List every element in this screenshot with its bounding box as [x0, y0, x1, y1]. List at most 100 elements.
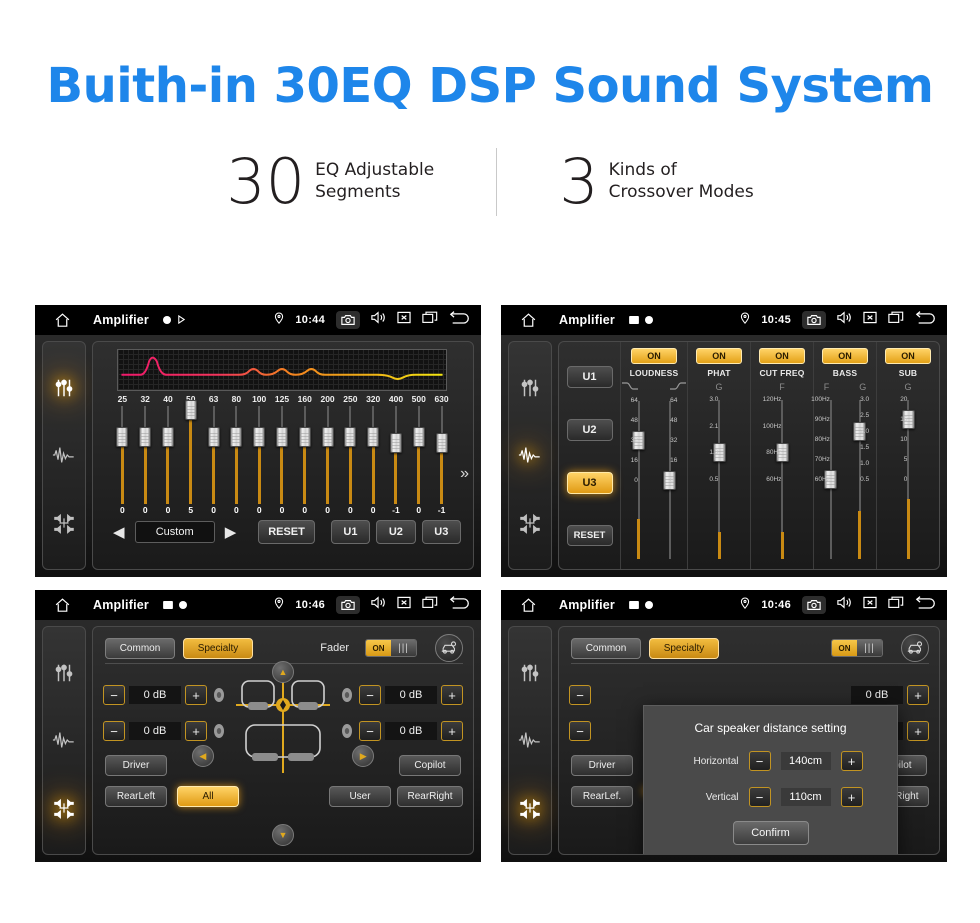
- increment-button[interactable]: +: [441, 685, 463, 705]
- seat-button-user[interactable]: User: [329, 786, 391, 807]
- tab-specialty[interactable]: Specialty: [183, 637, 253, 659]
- on-toggle-button[interactable]: ON: [822, 348, 868, 364]
- eq-slider-knob[interactable]: [367, 427, 380, 447]
- preset-prev-button[interactable]: ◀: [109, 525, 129, 540]
- recent-apps-icon[interactable]: [422, 311, 438, 329]
- camera-icon[interactable]: [802, 596, 826, 614]
- eq-slider-knob[interactable]: [389, 433, 402, 453]
- equalizer-icon[interactable]: [49, 658, 79, 688]
- eq-band-slider[interactable]: [225, 406, 248, 504]
- crossover-slider[interactable]: 120Hz 100Hz 80Hz 60Hz: [763, 394, 797, 565]
- eq-band-slider[interactable]: [430, 406, 453, 504]
- recent-apps-icon[interactable]: [888, 596, 904, 614]
- eq-slider-knob[interactable]: [344, 427, 357, 447]
- tab-specialty[interactable]: Specialty: [649, 637, 719, 659]
- eq-slider-knob[interactable]: [321, 427, 334, 447]
- decrement-button[interactable]: −: [359, 721, 381, 741]
- balance-icon[interactable]: [515, 793, 545, 823]
- eq-band-slider[interactable]: [362, 406, 385, 504]
- equalizer-icon[interactable]: [49, 373, 79, 403]
- home-icon[interactable]: [511, 597, 545, 614]
- on-toggle-button[interactable]: ON: [696, 348, 742, 364]
- close-box-icon[interactable]: [397, 311, 411, 329]
- close-box-icon[interactable]: [863, 596, 877, 614]
- balance-icon[interactable]: [49, 508, 79, 538]
- volume-icon[interactable]: [837, 596, 852, 614]
- tab-common[interactable]: Common: [105, 637, 175, 659]
- crossover-slider[interactable]: 100Hz 90Hz 80Hz 70Hz 60Hz: [811, 394, 845, 565]
- balance-icon[interactable]: [49, 793, 79, 823]
- waveform-icon[interactable]: [515, 725, 545, 755]
- equalizer-icon[interactable]: [515, 658, 545, 688]
- preset-u2-button[interactable]: U2: [566, 418, 613, 441]
- confirm-button[interactable]: Confirm: [732, 821, 809, 845]
- fader-toggle[interactable]: ON |||: [365, 639, 417, 657]
- eq-slider-knob[interactable]: [298, 427, 311, 447]
- increment-button[interactable]: +: [185, 721, 207, 741]
- back-icon[interactable]: [449, 595, 471, 615]
- eq-band-slider[interactable]: [157, 406, 180, 504]
- waveform-icon[interactable]: [49, 725, 79, 755]
- camera-icon[interactable]: [336, 596, 360, 614]
- eq-slider-knob[interactable]: [253, 427, 266, 447]
- eq-slider-knob[interactable]: [116, 427, 129, 447]
- eq-slider-knob[interactable]: [275, 427, 288, 447]
- seat-nav-right-button[interactable]: ▶: [352, 745, 375, 767]
- reset-button[interactable]: RESET: [258, 520, 315, 544]
- crossover-slider[interactable]: 20 15 10 5 0: [894, 394, 923, 565]
- eq-band-slider[interactable]: [179, 400, 202, 504]
- reset-button[interactable]: RESET: [566, 524, 613, 546]
- preset-next-button[interactable]: ▶: [221, 525, 241, 540]
- eq-band-slider[interactable]: [248, 406, 271, 504]
- eq-band-slider[interactable]: [385, 406, 408, 504]
- seat-button-all[interactable]: All: [177, 786, 239, 807]
- eq-slider-knob[interactable]: [207, 427, 220, 447]
- fader-toggle[interactable]: ON |||: [831, 639, 883, 657]
- home-icon[interactable]: [511, 312, 545, 329]
- seat-button-driver[interactable]: Driver: [571, 755, 633, 776]
- on-toggle-button[interactable]: ON: [885, 348, 931, 364]
- volume-icon[interactable]: [837, 311, 852, 329]
- user-preset-u3-button[interactable]: U3: [421, 520, 462, 544]
- camera-icon[interactable]: [336, 311, 360, 329]
- increment-button[interactable]: +: [907, 685, 929, 705]
- preset-u1-button[interactable]: U1: [566, 365, 613, 388]
- balance-icon[interactable]: [515, 508, 545, 538]
- volume-icon[interactable]: [371, 596, 386, 614]
- decrement-button[interactable]: −: [748, 787, 771, 807]
- increment-button[interactable]: +: [441, 721, 463, 741]
- eq-band-slider[interactable]: [134, 406, 157, 504]
- crossover-slider[interactable]: 3.0 2.1 1.3 0.5: [705, 394, 734, 565]
- seat-button-rearleft[interactable]: RearLeft: [105, 786, 167, 807]
- user-preset-u1-button[interactable]: U1: [330, 520, 371, 544]
- seat-nav-up-button[interactable]: ▲: [272, 661, 294, 683]
- eq-band-slider[interactable]: [316, 406, 339, 504]
- preset-display[interactable]: Custom: [134, 521, 215, 543]
- crossover-slider[interactable]: 64 48 32 16 0: [623, 395, 654, 565]
- eq-slider-knob[interactable]: [435, 433, 448, 453]
- eq-slider-knob[interactable]: [161, 427, 174, 447]
- tab-common[interactable]: Common: [571, 637, 641, 659]
- back-icon[interactable]: [449, 310, 471, 330]
- crossover-slider[interactable]: 64 48 32 16 0: [654, 395, 685, 565]
- camera-icon[interactable]: [802, 311, 826, 329]
- increment-button[interactable]: +: [840, 751, 863, 771]
- seat-button-rearleft[interactable]: RearLef.: [571, 786, 633, 807]
- more-bands-icon[interactable]: »: [460, 465, 469, 483]
- waveform-icon[interactable]: [515, 440, 545, 470]
- increment-button[interactable]: +: [185, 685, 207, 705]
- decrement-button[interactable]: −: [748, 751, 771, 771]
- eq-band-slider[interactable]: [339, 406, 362, 504]
- back-icon[interactable]: [915, 595, 937, 615]
- equalizer-icon[interactable]: [515, 373, 545, 403]
- eq-slider-knob[interactable]: [412, 427, 425, 447]
- user-preset-u2-button[interactable]: U2: [376, 520, 416, 544]
- recent-apps-icon[interactable]: [888, 311, 904, 329]
- home-icon[interactable]: [45, 312, 79, 329]
- eq-band-slider[interactable]: [271, 406, 294, 504]
- on-toggle-button[interactable]: ON: [759, 348, 805, 364]
- close-box-icon[interactable]: [863, 311, 877, 329]
- eq-band-slider[interactable]: [407, 406, 430, 504]
- crossover-slider[interactable]: 3.0 2.5 2.0 1.5 1.0 0.5: [845, 394, 874, 565]
- increment-button[interactable]: +: [907, 721, 929, 741]
